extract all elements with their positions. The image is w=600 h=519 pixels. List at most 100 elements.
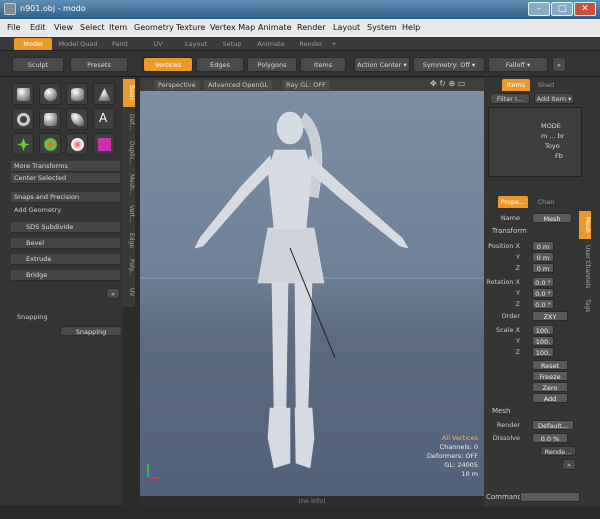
sculpt-button[interactable]: Sculpt [12, 57, 64, 72]
sphere-tool-icon[interactable] [39, 83, 61, 105]
bridge-button[interactable]: Bridge [11, 270, 120, 281]
filter-items-dropdown[interactable]: Filter I... [490, 93, 530, 104]
position-y-field[interactable]: 0 m [532, 252, 554, 262]
snapping-button[interactable]: Snapping [60, 326, 122, 336]
close-icon[interactable]: ✕ [574, 2, 596, 16]
tab-model-quad[interactable]: Model Quad [55, 38, 101, 50]
menu-view[interactable]: View [54, 23, 73, 32]
menu-help[interactable]: Help [402, 23, 420, 32]
freeze-dropdown[interactable]: Freeze [532, 371, 568, 381]
tab-setup[interactable]: Setup [215, 38, 249, 50]
tab-layout[interactable]: Layout [180, 38, 212, 50]
name-field[interactable]: Mesh [532, 213, 572, 223]
app-icon[interactable] [4, 3, 16, 15]
menu-layout[interactable]: Layout [333, 23, 360, 32]
tab-properties[interactable]: Prope... [498, 196, 528, 208]
tube-tool-icon[interactable] [66, 108, 88, 130]
tree-item[interactable]: m ... br [541, 132, 564, 140]
sds-subdivide-button[interactable]: SDS Subdivide [11, 222, 120, 233]
viewport-nav-icons[interactable]: ✥ ↻ ⊕ ▭ [430, 79, 465, 88]
menu-file[interactable]: File [7, 23, 20, 32]
scale-z-field[interactable]: 100. [532, 347, 554, 357]
perspective-dropdown[interactable]: Perspective [154, 80, 200, 90]
rotation-z-field[interactable]: 0.0 ° [532, 299, 554, 309]
symmetry-dropdown[interactable]: Symmetry: Off ▾ [413, 57, 485, 72]
vtab-deform[interactable]: Def... [123, 109, 135, 135]
items-button[interactable]: Items [300, 57, 346, 72]
mesh-header[interactable]: Mesh [492, 407, 510, 415]
pen-tool-icon[interactable] [39, 108, 61, 130]
tab-model[interactable]: Model [14, 38, 52, 50]
vtab-mesh[interactable]: Mesh [579, 211, 591, 239]
menu-edit[interactable]: Edit [30, 23, 46, 32]
scale-x-field[interactable]: 100. [532, 325, 554, 335]
menu-render[interactable]: Render [297, 23, 325, 32]
zero-dropdown[interactable]: Zero [532, 382, 568, 392]
tab-paint[interactable]: Paint [104, 38, 136, 50]
vtab-duplicate[interactable]: Duplic... [123, 137, 135, 169]
bevel-button[interactable]: Bevel [11, 238, 120, 249]
rotation-x-field[interactable]: 0.0 ° [532, 277, 554, 287]
minimize-icon[interactable]: – [528, 2, 550, 16]
menu-vertex-map[interactable]: Vertex Map [210, 23, 255, 32]
add-geometry-header[interactable]: Add Geometry [11, 205, 120, 216]
falloff-dropdown[interactable]: Falloff ▾ [488, 57, 548, 72]
tab-add-button[interactable]: + [329, 38, 339, 50]
tree-item[interactable]: MODE [541, 122, 561, 130]
action-center-dropdown[interactable]: Action Center ▾ [354, 57, 410, 72]
vtab-uv[interactable]: UV [123, 283, 135, 301]
snaps-precision-dropdown[interactable]: Snaps and Precision [11, 192, 120, 203]
menu-animate[interactable]: Animate [258, 23, 292, 32]
tab-items[interactable]: Items [502, 79, 530, 91]
more-transforms-dropdown[interactable]: More Transforms [11, 161, 120, 172]
presets-button[interactable]: Presets [70, 57, 128, 72]
render-dropdown[interactable]: Default... [532, 420, 574, 430]
scale-y-field[interactable]: 100. [532, 336, 554, 346]
center-selected-dropdown[interactable]: Center Selected [11, 173, 120, 184]
cone-tool-icon[interactable] [93, 83, 115, 105]
vtab-user-channels[interactable]: User Channels [579, 241, 591, 293]
tab-shader[interactable]: Shad [532, 79, 560, 91]
menu-texture[interactable]: Texture [176, 23, 205, 32]
add-item-dropdown[interactable]: Add Item ▾ [534, 93, 574, 104]
reset-dropdown[interactable]: Reset [532, 360, 568, 370]
extrude-button[interactable]: Extrude [11, 254, 120, 265]
right-expand-button[interactable]: » [562, 459, 576, 470]
item-tree[interactable]: MODE m ... br Toyo Fb [488, 107, 582, 177]
snapping-header[interactable]: Snapping [14, 312, 123, 323]
menu-geometry[interactable]: Geometry [134, 23, 174, 32]
tree-item[interactable]: Toyo [545, 142, 560, 150]
gl-mode-dropdown[interactable]: Advanced OpenGL [204, 80, 273, 90]
vtab-mesh[interactable]: Mesh... [123, 171, 135, 199]
toolbar-expand-button[interactable]: » [552, 57, 566, 72]
transform-header[interactable]: Transform [492, 227, 527, 235]
tab-uv[interactable]: UV [140, 38, 176, 50]
tree-item[interactable]: Fb [555, 152, 563, 160]
maximize-icon[interactable]: □ [551, 2, 573, 16]
order-dropdown[interactable]: ZXY [532, 311, 568, 321]
cube-tool-icon[interactable] [12, 83, 34, 105]
menu-item[interactable]: Item [109, 23, 127, 32]
vtab-basic[interactable]: Basic [123, 79, 135, 107]
tab-render[interactable]: Render [294, 38, 328, 50]
render-curves-button[interactable]: Rende... [540, 446, 576, 456]
transform-tool-icon[interactable] [93, 133, 115, 155]
dissolve-field[interactable]: 0.0 % [532, 433, 568, 443]
rotation-y-field[interactable]: 0.0 ° [532, 288, 554, 298]
rotate-tool-icon[interactable] [39, 133, 61, 155]
polygons-button[interactable]: Polygons [247, 57, 297, 72]
tab-channels[interactable]: Chan [532, 196, 560, 208]
position-x-field[interactable]: 0 m [532, 241, 554, 251]
vertices-button[interactable]: Vertices [143, 57, 193, 72]
menu-system[interactable]: System [367, 23, 397, 32]
3d-viewport[interactable]: All Vertices Channels: 0 Deformers: OFF … [140, 78, 484, 496]
command-input[interactable] [520, 492, 580, 502]
scale-tool-icon[interactable] [66, 133, 88, 155]
ray-gl-toggle[interactable]: Ray GL: OFF [282, 80, 330, 90]
vtab-tags[interactable]: Tags [579, 295, 591, 317]
left-expand-button[interactable]: » [106, 288, 120, 299]
vtab-vertex[interactable]: Vert... [123, 201, 135, 227]
cylinder-tool-icon[interactable] [66, 83, 88, 105]
edges-button[interactable]: Edges [196, 57, 244, 72]
text-tool-icon[interactable]: A [93, 108, 115, 130]
